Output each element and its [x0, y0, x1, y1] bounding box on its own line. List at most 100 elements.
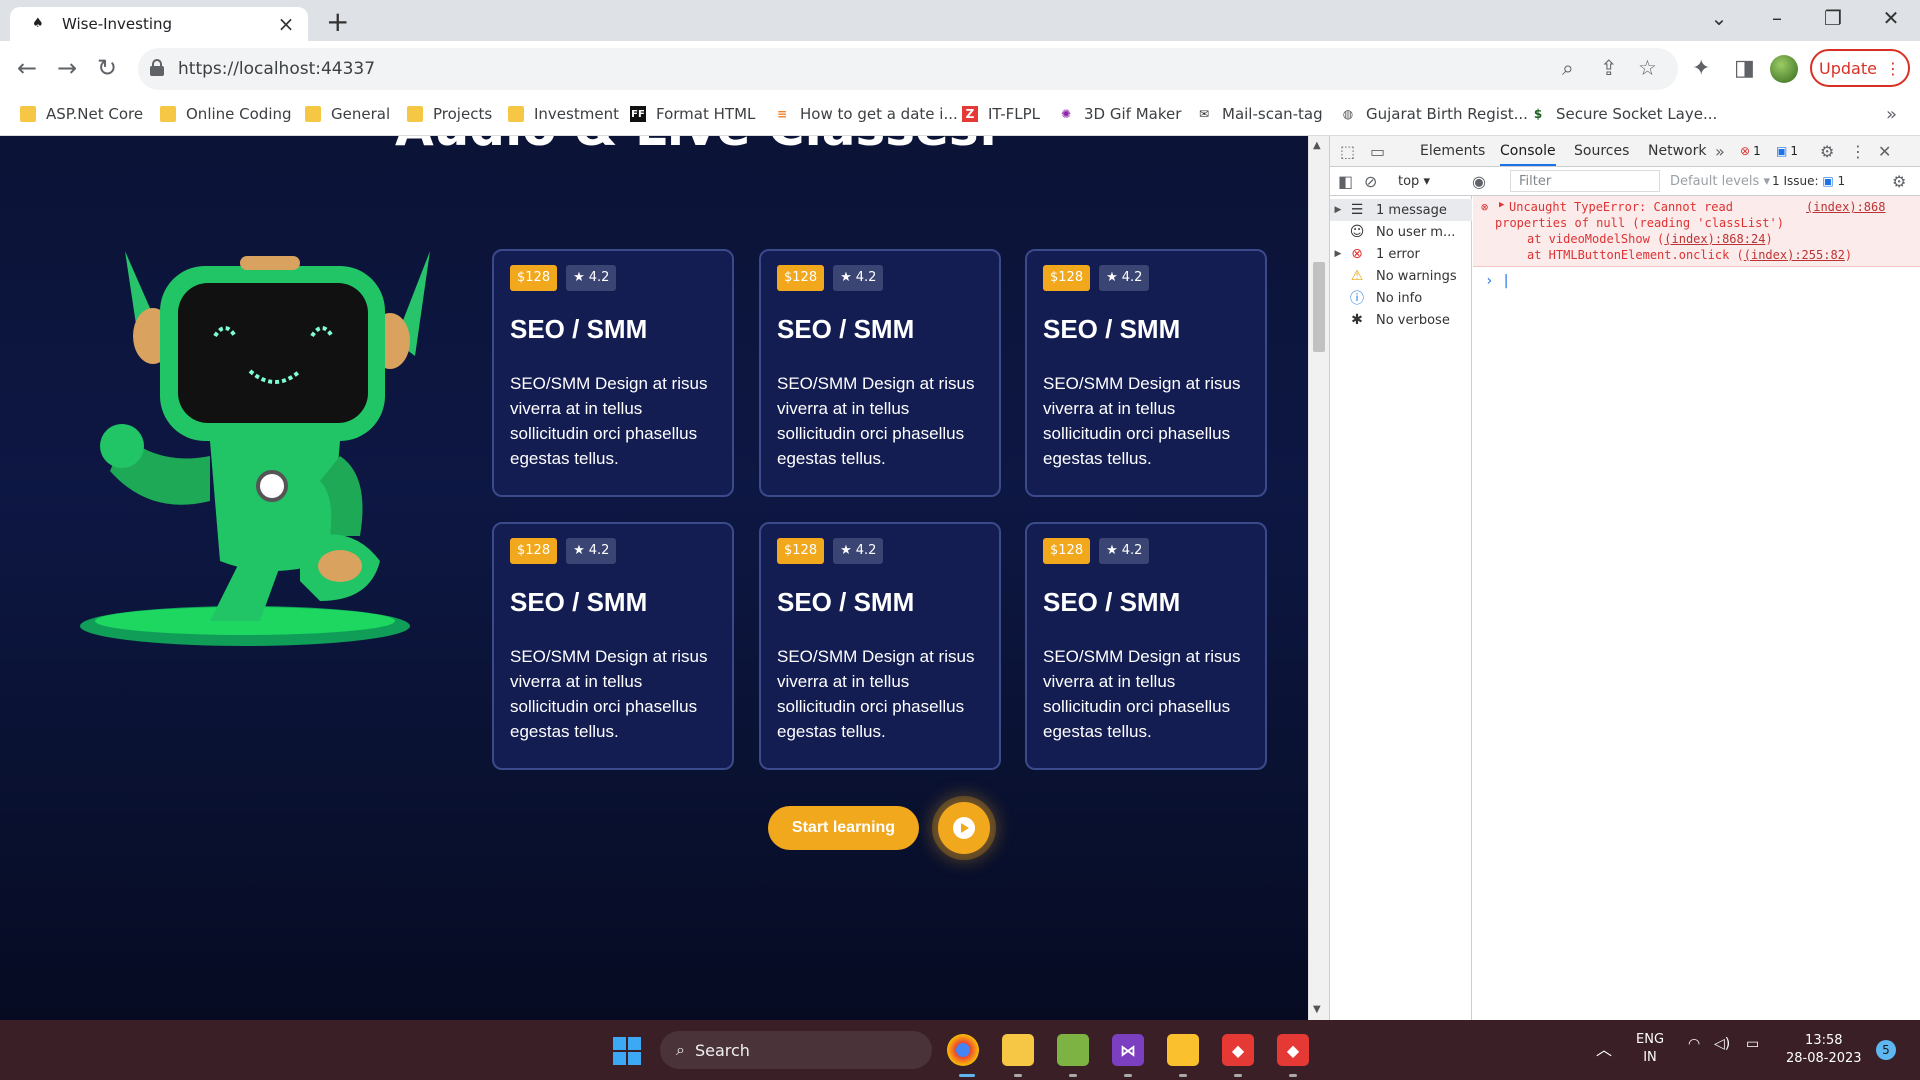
error-source-link[interactable]: (index):868	[1806, 200, 1885, 214]
clear-console-icon[interactable]: ⊘	[1364, 172, 1377, 191]
expand-error-icon[interactable]: ▶	[1499, 200, 1504, 210]
show-hidden-icons-chevron-icon[interactable]: ︿	[1596, 1036, 1612, 1060]
bookmark-star-icon[interactable]: ☆	[1638, 56, 1657, 80]
minimize-icon[interactable]: –	[1762, 6, 1792, 30]
issues-button[interactable]: 1 Issue: ▣ 1	[1772, 174, 1845, 188]
page-scrollbar[interactable]: ▲ ▼	[1308, 136, 1329, 1020]
wifi-icon[interactable]: ◠	[1688, 1036, 1700, 1052]
settings-gear-icon[interactable]: ⚙	[1820, 142, 1834, 161]
sidebar-item-errors[interactable]: ▶ ⊗ 1 error	[1330, 243, 1472, 265]
volume-icon[interactable]: ◁)	[1714, 1036, 1730, 1052]
zoom-icon[interactable]: ⌕	[1562, 56, 1574, 81]
restore-icon[interactable]: ❐	[1818, 6, 1848, 30]
tab-sources[interactable]: Sources	[1574, 143, 1629, 159]
update-button[interactable]: Update ⋮	[1810, 49, 1910, 87]
bookmark-item[interactable]: ASP.Net Core	[20, 105, 143, 123]
course-card[interactable]: $128 ★ 4.2 SEO / SMM SEO/SMM Design at ris…	[492, 249, 734, 497]
folder-icon	[407, 106, 423, 122]
live-expression-eye-icon[interactable]: ◉	[1472, 172, 1486, 191]
visual-studio-icon[interactable]: ⋈	[1112, 1034, 1144, 1066]
bookmark-item[interactable]: General	[305, 105, 390, 123]
stack-frame-1: at videoModelShow ((index):868:24)	[1527, 232, 1773, 246]
taskbar-search[interactable]: ⌕ Search	[660, 1031, 932, 1069]
devtools-menu-icon[interactable]: ⋮	[1850, 142, 1866, 161]
new-tab-icon[interactable]: +	[326, 5, 349, 38]
bookmark-item[interactable]: Investment	[508, 105, 619, 123]
course-card[interactable]: $128 ★ 4.2 SEO / SMM SEO/SMM Design at ris…	[759, 249, 1001, 497]
console-filter-input[interactable]: Filter	[1510, 170, 1660, 192]
back-icon[interactable]: ←	[12, 54, 42, 82]
tab-network[interactable]: Network	[1648, 143, 1706, 159]
more-tabs-icon[interactable]: »	[1715, 142, 1725, 161]
anydesk-icon-2[interactable]: ◆	[1277, 1034, 1309, 1066]
stack-frame-link[interactable]: (index):868:24	[1664, 232, 1765, 246]
battery-icon[interactable]: ▭	[1746, 1036, 1759, 1052]
anydesk-icon-1[interactable]: ◆	[1222, 1034, 1254, 1066]
device-toolbar-icon[interactable]: ▭	[1370, 142, 1385, 161]
sidebar-item-verbose[interactable]: ✱ No verbose	[1330, 309, 1472, 331]
console-settings-icon[interactable]: ⚙	[1892, 172, 1906, 191]
address-bar[interactable]: https://localhost:44337 ⌕ ⇪ ☆	[138, 48, 1678, 90]
bookmark-item[interactable]: ◍ Gujarat Birth Regist...	[1340, 105, 1528, 123]
window-close-icon[interactable]: ✕	[1876, 6, 1906, 30]
share-icon[interactable]: ⇪	[1600, 56, 1618, 80]
play-video-button[interactable]	[938, 802, 990, 854]
language-indicator[interactable]: ENG IN	[1636, 1031, 1664, 1067]
sidebar-toggle-icon[interactable]: ◧	[1338, 172, 1353, 191]
sticky-notes-icon[interactable]	[1167, 1034, 1199, 1066]
message-count-badge[interactable]: ▣ 1	[1776, 142, 1798, 160]
error-count-badge[interactable]: ⊗ 1	[1740, 142, 1761, 160]
notepad-app-icon[interactable]	[1057, 1034, 1089, 1066]
error-line-2: properties of null (reading 'classList')	[1495, 216, 1784, 230]
bookmark-item[interactable]: Online Coding	[160, 105, 292, 123]
bookmark-item[interactable]: ✉ Mail-scan-tag	[1196, 105, 1323, 123]
log-levels-dropdown[interactable]: Default levels ▾	[1670, 174, 1770, 189]
sidebar-item-info[interactable]: ⓘ No info	[1330, 287, 1472, 309]
sidebar-item-messages[interactable]: ▶ ☰ 1 message	[1330, 199, 1472, 221]
chrome-app-icon[interactable]	[947, 1034, 979, 1066]
bookmark-item[interactable]: Projects	[407, 105, 492, 123]
console-error-message[interactable]: ⊗ ▶ Uncaught TypeError: Cannot read (ind…	[1473, 196, 1920, 267]
forward-icon[interactable]: →	[52, 54, 82, 82]
system-clock[interactable]: 13:58 28-08-2023	[1786, 1032, 1862, 1068]
more-bookmarks-icon[interactable]: »	[1886, 104, 1897, 125]
tab-elements[interactable]: Elements	[1420, 143, 1485, 159]
windows-start-icon[interactable]	[613, 1037, 641, 1065]
bookmark-item[interactable]: ≡ How to get a date i...	[774, 105, 958, 123]
bookmark-item[interactable]: FF Format HTML	[630, 105, 755, 123]
bookmark-item[interactable]: Z IT-FLPL	[962, 105, 1040, 123]
course-card[interactable]: $128 ★ 4.2 SEO / SMM SEO/SMM Design at ris…	[1025, 522, 1267, 770]
inspect-element-icon[interactable]: ⬚	[1340, 142, 1355, 161]
close-tab-icon[interactable]: ×	[276, 12, 296, 36]
rating-value: 4.2	[855, 543, 877, 558]
course-card[interactable]: $128 ★ 4.2 SEO / SMM SEO/SMM Design at ris…	[759, 522, 1001, 770]
course-card[interactable]: $128 ★ 4.2 SEO / SMM SEO/SMM Design at ris…	[1025, 249, 1267, 497]
console-prompt[interactable]: › |	[1485, 273, 1510, 289]
side-panel-icon[interactable]: ◨	[1734, 56, 1755, 81]
web-page: Audio & Live Classes. $128★4.2 SEO / SMM…	[0, 136, 1308, 1020]
lock-icon[interactable]	[150, 59, 164, 76]
rating-value: 4.2	[588, 543, 610, 558]
url-text[interactable]: https://localhost:44337	[178, 59, 375, 79]
sidebar-item-warnings[interactable]: ⚠ No warnings	[1330, 265, 1472, 287]
start-learning-button[interactable]: Start learning	[768, 806, 919, 850]
course-card[interactable]: $128 ★ 4.2 SEO / SMM SEO/SMM Design at ris…	[492, 522, 734, 770]
scroll-down-icon[interactable]: ▼	[1313, 1004, 1321, 1015]
scrollbar-thumb[interactable]	[1313, 262, 1325, 352]
reload-icon[interactable]: ↻	[92, 54, 122, 82]
notification-badge[interactable]: 5	[1876, 1040, 1896, 1060]
scroll-up-icon[interactable]: ▲	[1313, 140, 1321, 151]
bookmark-item[interactable]: $ Secure Socket Laye...	[1530, 105, 1717, 123]
sidebar-item-user-messages[interactable]: ☺ No user m...	[1330, 221, 1472, 243]
price-badge: $128	[777, 538, 825, 564]
browser-tab[interactable]: ♠ Wise-Investing ×	[10, 7, 308, 41]
profile-avatar[interactable]	[1770, 55, 1798, 83]
file-explorer-icon[interactable]	[1002, 1034, 1034, 1066]
tab-console[interactable]: Console	[1500, 143, 1556, 166]
close-devtools-icon[interactable]: ✕	[1878, 142, 1891, 161]
tab-search-chevron-icon[interactable]: ⌄	[1704, 6, 1734, 30]
extensions-icon[interactable]: ✦	[1692, 56, 1710, 81]
bookmark-item[interactable]: ✺ 3D Gif Maker	[1058, 105, 1181, 123]
context-selector[interactable]: top ▾	[1398, 174, 1430, 189]
stack-frame-link[interactable]: (index):255:82	[1744, 248, 1845, 262]
